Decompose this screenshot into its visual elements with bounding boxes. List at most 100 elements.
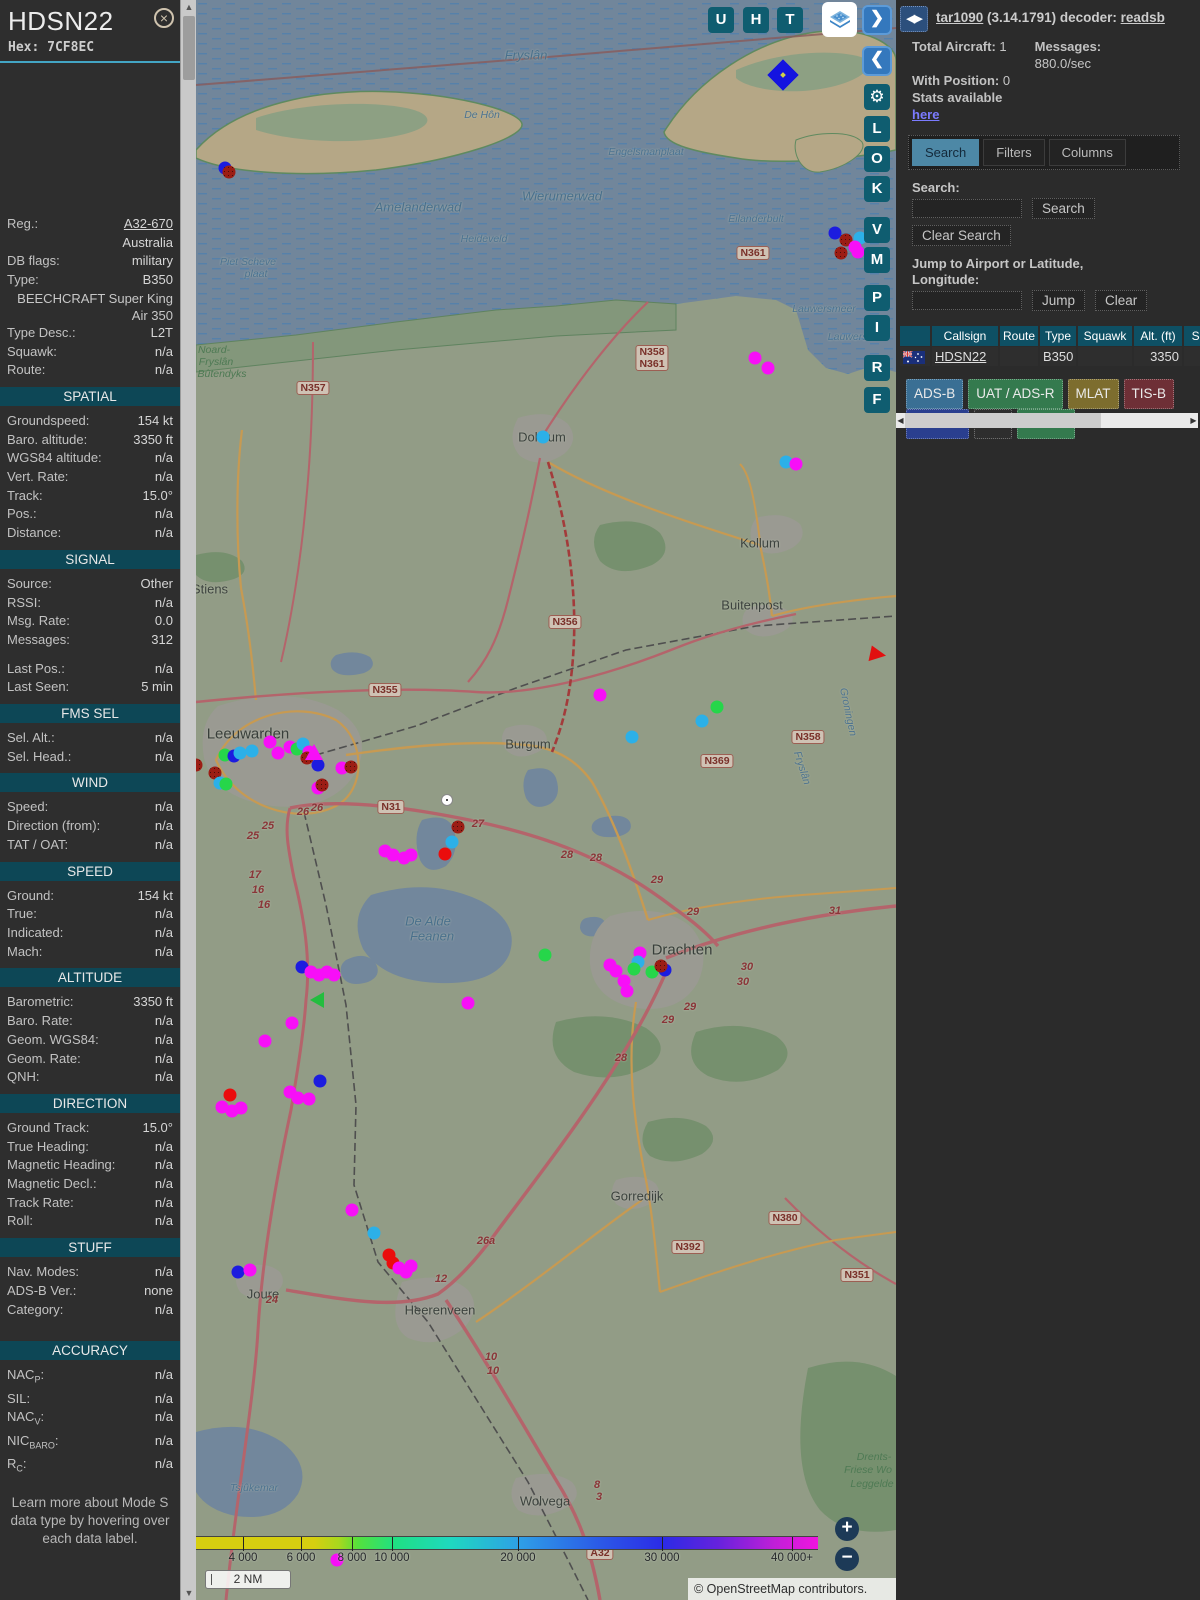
zoom-in-button[interactable]: + — [835, 1517, 859, 1541]
column-header-Route[interactable]: Route — [1000, 326, 1038, 346]
registration-link[interactable]: A32-670 — [124, 215, 173, 234]
aircraft-dot[interactable] — [245, 744, 259, 758]
aircraft-dot[interactable] — [404, 1259, 418, 1273]
close-icon[interactable]: × — [154, 8, 174, 28]
map-button-k[interactable]: K — [864, 176, 890, 202]
aircraft-dot[interactable] — [302, 1092, 316, 1106]
aircraft-dot[interactable] — [851, 245, 865, 259]
column-header-flag[interactable] — [900, 326, 930, 346]
map-button-o[interactable]: O — [864, 146, 890, 172]
map[interactable]: Fryslân De Hôn Engelsmanplaat Amelanderwad W… — [196, 0, 896, 1600]
scroll-up-icon[interactable]: ▲ — [181, 0, 197, 14]
map-button-r[interactable]: R — [864, 355, 890, 381]
aircraft-dot[interactable] — [710, 700, 724, 714]
expand-right-button[interactable]: ❯ — [862, 5, 892, 35]
aircraft-dot[interactable] — [627, 962, 641, 976]
clear-search-button[interactable]: Clear Search — [912, 225, 1011, 246]
app-title-link[interactable]: tar1090 — [936, 10, 983, 25]
settings-button[interactable]: ⚙ — [864, 84, 890, 110]
aircraft-dot[interactable] — [438, 847, 452, 861]
map-button-t[interactable]: T — [777, 7, 803, 33]
aircraft-dot[interactable] — [222, 165, 236, 179]
decoder-link[interactable]: readsb — [1121, 10, 1165, 25]
map-button-v[interactable]: V — [864, 217, 890, 243]
magenta-aircraft-marker[interactable] — [305, 744, 323, 760]
aircraft-dot[interactable] — [234, 1101, 248, 1115]
map-button-f[interactable]: F — [864, 387, 890, 413]
aircraft-dot[interactable] — [609, 964, 623, 978]
aircraft-dot[interactable] — [695, 714, 709, 728]
source-badge-ads-b[interactable]: ADS-B — [906, 379, 964, 410]
collapse-left-button[interactable]: ❮ — [862, 46, 892, 76]
map-button-i[interactable]: I — [864, 315, 890, 341]
aircraft-dot[interactable] — [271, 746, 285, 760]
aircraft-dot[interactable] — [315, 778, 329, 792]
column-header-Alt. (ft)[interactable]: Alt. (ft) — [1134, 326, 1182, 346]
aircraft-dot[interactable] — [285, 1016, 299, 1030]
callsign-link[interactable]: HDSN22 — [935, 349, 986, 364]
column-header-Callsign[interactable]: Callsign — [932, 326, 998, 346]
column-header-Squawk[interactable]: Squawk — [1078, 326, 1132, 346]
scroll-right-icon[interactable]: ▶ — [1189, 413, 1198, 428]
aircraft-dot[interactable] — [538, 948, 552, 962]
search-input[interactable] — [912, 199, 1022, 218]
search-button[interactable]: Search — [1032, 198, 1095, 219]
aircraft-dot[interactable] — [344, 760, 358, 774]
aircraft-dot[interactable] — [761, 361, 775, 375]
panel-scrollbar-thumb[interactable] — [905, 413, 1101, 428]
tab-filters[interactable]: Filters — [983, 139, 1045, 166]
green-aircraft-marker[interactable] — [310, 992, 324, 1008]
zoom-out-button[interactable]: − — [835, 1547, 859, 1571]
column-header-Type[interactable]: Type — [1040, 326, 1076, 346]
aircraft-dot[interactable] — [258, 1034, 272, 1048]
map-button-m[interactable]: M — [864, 247, 890, 273]
aircraft-dot[interactable] — [313, 1074, 327, 1088]
panel-horizontal-scrollbar[interactable]: ◀ ▶ — [896, 413, 1198, 428]
source-badge-tis-b[interactable]: TIS-B — [1123, 379, 1175, 410]
aircraft-dot[interactable] — [451, 820, 465, 834]
aircraft-dot[interactable] — [367, 1226, 381, 1240]
jump-button[interactable]: Jump — [1032, 290, 1086, 311]
map-button-u[interactable]: U — [708, 7, 734, 33]
jump-input[interactable] — [912, 291, 1022, 310]
aircraft-dot[interactable] — [536, 430, 550, 444]
aircraft-dot[interactable] — [404, 848, 418, 862]
aircraft-dot[interactable] — [243, 1263, 257, 1277]
aircraft-dot[interactable] — [748, 351, 762, 365]
red-aircraft-marker[interactable] — [868, 645, 888, 665]
source-badge-mlat[interactable]: MLAT — [1067, 379, 1119, 410]
scroll-down-icon[interactable]: ▼ — [181, 1586, 197, 1600]
aircraft-dot[interactable] — [345, 1203, 359, 1217]
data-label: Track Rate: — [7, 1194, 74, 1210]
tab-search[interactable]: Search — [912, 139, 980, 166]
aircraft-dot[interactable] — [654, 959, 668, 973]
aircraft-dot[interactable] — [789, 457, 803, 471]
aircraft-dot[interactable] — [311, 758, 325, 772]
column-header-Spd.[interactable]: Spd. — [1184, 326, 1200, 346]
panel-toggle-button[interactable]: ◀▶ — [900, 6, 928, 32]
map-button-h[interactable]: H — [743, 7, 769, 33]
layers-button[interactable] — [822, 2, 857, 37]
map-button-p[interactable]: P — [864, 285, 890, 311]
aircraft-dot[interactable] — [445, 835, 459, 849]
aircraft-dot[interactable] — [625, 730, 639, 744]
aircraft-dot[interactable] — [233, 746, 247, 760]
aircraft-dot[interactable] — [593, 688, 607, 702]
aircraft-dot[interactable] — [219, 777, 233, 791]
map-button-l[interactable]: L — [864, 116, 890, 142]
aircraft-dot[interactable] — [461, 996, 475, 1010]
jump-clear-button[interactable]: Clear — [1095, 290, 1148, 311]
aircraft-dot[interactable] — [620, 984, 634, 998]
aircraft-dot[interactable] — [327, 968, 341, 982]
sidebar-scrollbar-thumb[interactable] — [183, 16, 195, 80]
source-badge-uat-ads-r[interactable]: UAT / ADS-R — [968, 379, 1063, 410]
selected-aircraft-marker[interactable] — [442, 795, 452, 805]
sidebar-scrollbar[interactable]: ▲ ▼ — [180, 0, 196, 1600]
aircraft-dot[interactable] — [231, 1265, 245, 1279]
aircraft-dot[interactable] — [223, 1088, 237, 1102]
scroll-left-icon[interactable]: ◀ — [896, 413, 905, 428]
tab-columns[interactable]: Columns — [1048, 139, 1126, 166]
stats-here-link[interactable]: here — [912, 107, 939, 122]
table-row[interactable]: HDSN22 B350 3350 — [900, 347, 1200, 367]
aircraft-dot[interactable] — [834, 246, 848, 260]
